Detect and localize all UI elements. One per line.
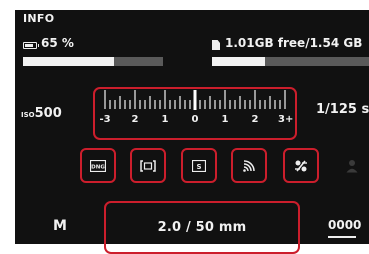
exposure-scale-label: 3+ [278, 114, 294, 125]
metering-mode-button[interactable] [130, 148, 166, 183]
shutter-speed[interactable]: 1/125 s [316, 102, 369, 117]
wifi-icon [242, 159, 256, 173]
metering-mode-icon [140, 159, 156, 172]
user-profile-button[interactable] [334, 148, 369, 183]
exposure-scale-label: 0 [191, 114, 199, 125]
exposure-scale-label: 1 [161, 114, 169, 125]
counter-underline [328, 236, 356, 238]
exposure-scale-label: 2 [251, 114, 259, 125]
dng-format-button[interactable]: DNG [80, 148, 116, 183]
wifi-button[interactable] [231, 148, 267, 183]
lens-info-box[interactable]: 2.0 / 50 mm [104, 201, 300, 254]
jpeg-resolution-icon: S [192, 159, 206, 172]
settings-slider-icon [294, 159, 308, 173]
settings-slider-button[interactable] [283, 148, 319, 183]
dng-format-icon: DNG [90, 159, 106, 172]
svg-text:DNG: DNG [91, 164, 105, 170]
exposure-marker [193, 90, 197, 110]
user-profile-icon [346, 159, 358, 173]
exposure-scale-label: 2 [131, 114, 139, 125]
exposure-scale-label: 1 [221, 114, 229, 125]
lens-info-text: 2.0 / 50 mm [157, 220, 247, 235]
exposure-scale-label: -3 [99, 114, 111, 125]
jpeg-resolution-button[interactable]: S [181, 148, 217, 183]
svg-text:S: S [196, 163, 201, 171]
info-screen: INFO 65 % 1.01GB free/1.54 GB ISO500 -3 2… [15, 10, 369, 254]
exposure-mode[interactable]: M [53, 218, 67, 234]
picture-counter: 0000 [328, 218, 362, 232]
